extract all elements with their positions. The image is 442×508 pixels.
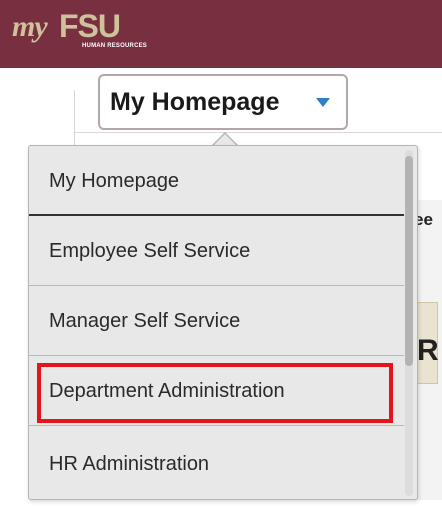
menu-item-label: Manager Self Service	[49, 310, 241, 332]
app-header: my FSU HUMAN RESOURCES	[0, 0, 442, 68]
menu-item-employee-self-service[interactable]: Employee Self Service	[29, 216, 404, 286]
logo-subtitle: HUMAN RESOURCES	[82, 43, 148, 49]
scrollbar-thumb[interactable]	[405, 156, 413, 366]
caret-down-icon	[316, 98, 330, 107]
menu-item-my-homepage[interactable]: My Homepage	[29, 146, 404, 216]
logo-my-text: my	[12, 10, 48, 43]
menu-item-manager-self-service[interactable]: Manager Self Service	[29, 286, 404, 356]
menu-item-department-administration[interactable]: Department Administration	[29, 356, 404, 426]
logo-fsu-text: FSU	[59, 8, 121, 44]
divider	[74, 132, 442, 133]
divider	[74, 90, 75, 150]
menu-item-hr-administration[interactable]: HR Administration	[29, 426, 404, 496]
dropdown-scrollbar[interactable]	[405, 150, 413, 496]
homepage-selector-label: My Homepage	[110, 88, 280, 116]
myfsu-logo[interactable]: my FSU HUMAN RESOURCES	[12, 8, 162, 52]
menu-item-label: Employee Self Service	[49, 240, 251, 262]
menu-item-label: HR Administration	[49, 453, 210, 475]
menu-item-label: My Homepage	[49, 170, 180, 192]
menu-item-label: Department Administration	[49, 380, 285, 402]
homepage-dropdown-menu: My Homepage Employee Self Service Manage…	[28, 145, 418, 500]
background-tile-text: R	[417, 334, 439, 367]
dropdown-pointer-fill	[214, 134, 236, 145]
homepage-selector-button[interactable]: My Homepage	[98, 74, 348, 130]
